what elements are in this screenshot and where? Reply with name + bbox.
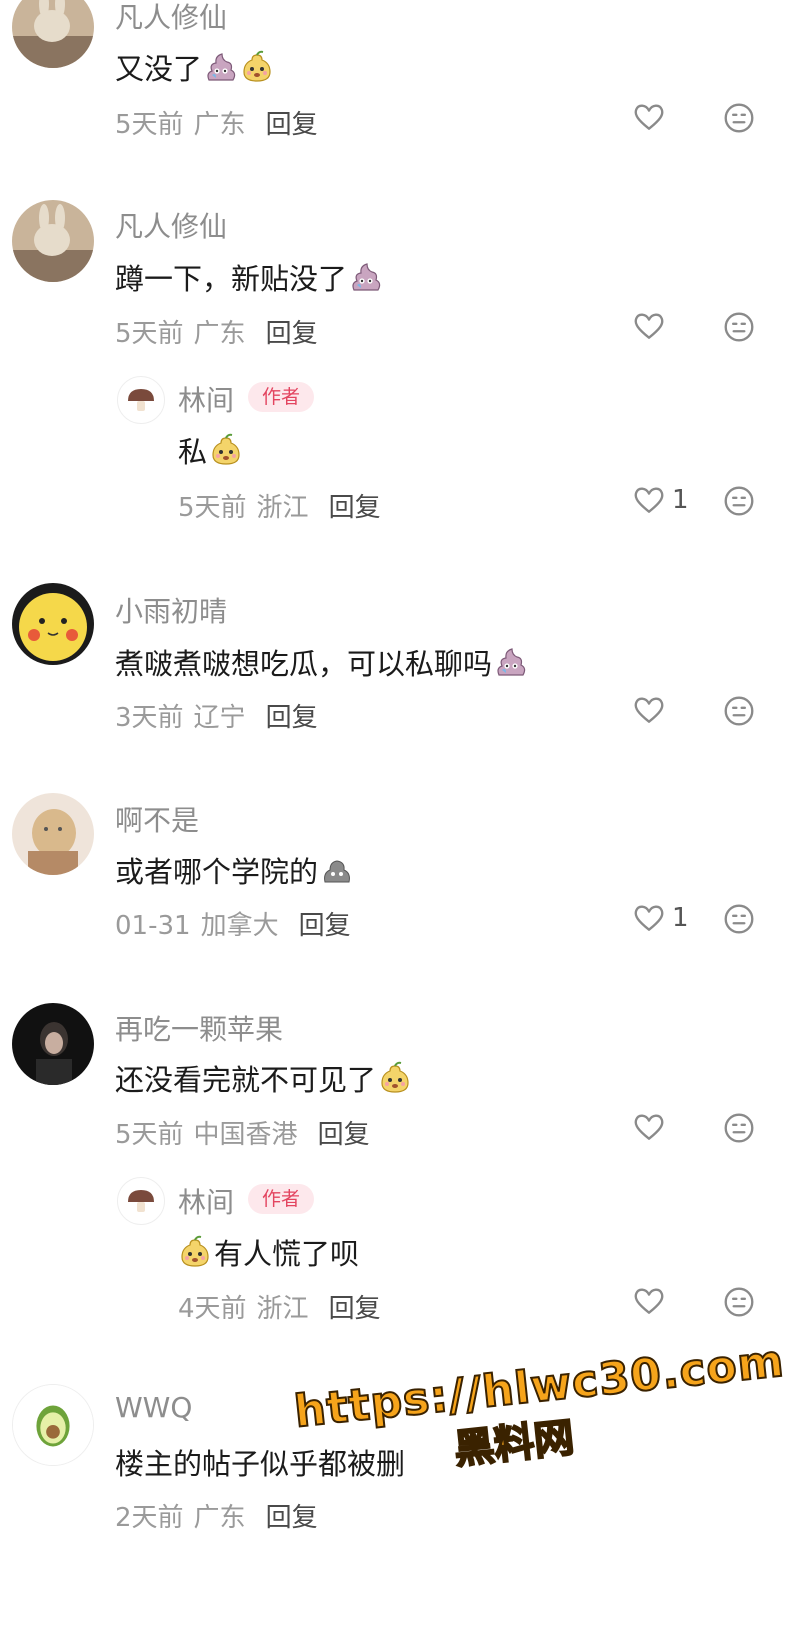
- heart-icon: [632, 1284, 666, 1318]
- grey-face-emoji: [320, 853, 354, 887]
- pear-face-emoji: [178, 1235, 212, 1269]
- location: 加拿大: [200, 911, 279, 941]
- username[interactable]: 凡人修仙: [115, 205, 227, 245]
- timestamp: 5天前: [178, 493, 247, 523]
- comment-text: 又没了: [115, 46, 274, 88]
- comment-meta: 5天前 浙江 回复: [178, 487, 381, 524]
- comment-text-content: 还没看完就不可见了: [115, 1063, 377, 1097]
- pikachu-avatar[interactable]: [12, 583, 94, 665]
- username[interactable]: 林间: [178, 1181, 234, 1221]
- timestamp: 2天前: [115, 1503, 184, 1533]
- comment-text: 私: [178, 429, 243, 471]
- location: 广东: [193, 319, 246, 349]
- reply-button[interactable]: 回复: [329, 1294, 381, 1324]
- location: 辽宁: [193, 703, 246, 733]
- pear-face-emoji: [240, 50, 274, 84]
- heart-icon: [632, 483, 666, 517]
- timestamp: 4天前: [178, 1294, 247, 1324]
- comment-text-content: 私: [178, 435, 208, 469]
- avatar[interactable]: [12, 1003, 94, 1085]
- comment-text-content: 有人慌了呗: [214, 1237, 360, 1271]
- comment-meta: 3天前 辽宁 回复: [115, 697, 318, 734]
- mushroom-avatar[interactable]: [117, 1177, 165, 1225]
- comment-text-content: 蹲一下，新贴没了: [115, 262, 348, 296]
- like-button[interactable]: [632, 1110, 666, 1144]
- reply-button[interactable]: 回复: [266, 703, 318, 733]
- poop-emoji: [349, 260, 383, 294]
- comment-text: 煮啵煮啵想吃瓜，可以私聊吗: [115, 641, 528, 683]
- username[interactable]: 凡人修仙: [115, 0, 227, 36]
- emoji-face-icon[interactable]: [722, 484, 756, 518]
- comment-meta: 5天前 广东 回复: [115, 313, 318, 350]
- comment-text-content: 煮啵煮啵想吃瓜，可以私聊吗: [115, 647, 493, 681]
- reply-button[interactable]: 回复: [266, 319, 318, 349]
- location: 中国香港: [193, 1120, 298, 1150]
- username[interactable]: WWQ: [115, 1391, 192, 1424]
- emoji-face-icon[interactable]: [722, 902, 756, 936]
- like-count: 1: [672, 903, 689, 933]
- username[interactable]: 啊不是: [115, 799, 199, 839]
- timestamp: 5天前: [115, 319, 184, 349]
- heart-icon: [632, 693, 666, 727]
- comment-meta: 5天前 中国香港 回复: [115, 1114, 370, 1151]
- emoji-face-icon[interactable]: [722, 1285, 756, 1319]
- pear-face-emoji: [378, 1061, 412, 1095]
- timestamp: 01-31: [115, 911, 191, 941]
- comment-meta: 4天前 浙江 回复: [178, 1288, 381, 1325]
- emoji-face-icon[interactable]: [722, 1111, 756, 1145]
- avatar[interactable]: [12, 793, 94, 875]
- like-button[interactable]: [632, 309, 666, 343]
- heart-icon: [632, 100, 666, 134]
- timestamp: 5天前: [115, 110, 184, 140]
- timestamp: 3天前: [115, 703, 184, 733]
- author-badge: 作者: [248, 382, 315, 412]
- like-button[interactable]: 1: [632, 901, 689, 935]
- pear-face-emoji: [209, 433, 243, 467]
- like-button[interactable]: [632, 100, 666, 134]
- like-button[interactable]: [632, 1284, 666, 1318]
- poop-emoji: [204, 50, 238, 84]
- like-button[interactable]: [632, 693, 666, 727]
- comment-meta: 5天前 广东 回复: [115, 104, 318, 141]
- emoji-face-icon[interactable]: [722, 694, 756, 728]
- like-button[interactable]: 1: [632, 483, 689, 517]
- comment-text: 有人慌了呗: [178, 1231, 359, 1273]
- emoji-face-icon[interactable]: [722, 101, 756, 135]
- reply-button[interactable]: 回复: [266, 110, 318, 140]
- emoji-face-icon[interactable]: [722, 310, 756, 344]
- comment-meta: 2天前 广东 回复: [115, 1497, 318, 1534]
- crying-emoji: [494, 645, 528, 679]
- heart-icon: [632, 901, 666, 935]
- comment-text: 还没看完就不可见了: [115, 1057, 412, 1099]
- username[interactable]: 小雨初晴: [115, 590, 227, 630]
- author-badge: 作者: [248, 1184, 315, 1214]
- location: 广东: [193, 110, 246, 140]
- location: 广东: [193, 1503, 246, 1533]
- reply-button[interactable]: 回复: [329, 493, 381, 523]
- heart-icon: [632, 1110, 666, 1144]
- location: 浙江: [256, 1294, 309, 1324]
- avatar[interactable]: [12, 200, 94, 282]
- username[interactable]: 林间: [178, 379, 234, 419]
- comment-meta: 01-31 加拿大 回复: [115, 905, 351, 942]
- reply-button[interactable]: 回复: [299, 911, 351, 941]
- like-count: 1: [672, 485, 689, 515]
- username[interactable]: 再吃一颗苹果: [115, 1008, 283, 1048]
- timestamp: 5天前: [115, 1120, 184, 1150]
- comment-text-content: 又没了: [115, 52, 203, 86]
- location: 浙江: [256, 493, 309, 523]
- reply-button[interactable]: 回复: [266, 1503, 318, 1533]
- comment-text-content: 或者哪个学院的: [115, 855, 319, 889]
- avatar[interactable]: [12, 0, 94, 68]
- mushroom-avatar[interactable]: [117, 376, 165, 424]
- comment-text: 或者哪个学院的: [115, 849, 354, 891]
- comment-text: 蹲一下，新贴没了: [115, 256, 383, 298]
- heart-icon: [632, 309, 666, 343]
- reply-button[interactable]: 回复: [318, 1120, 370, 1150]
- avocado-avatar[interactable]: [12, 1384, 94, 1466]
- watermark: https://hlwc30.com 黑料网: [291, 1335, 788, 1491]
